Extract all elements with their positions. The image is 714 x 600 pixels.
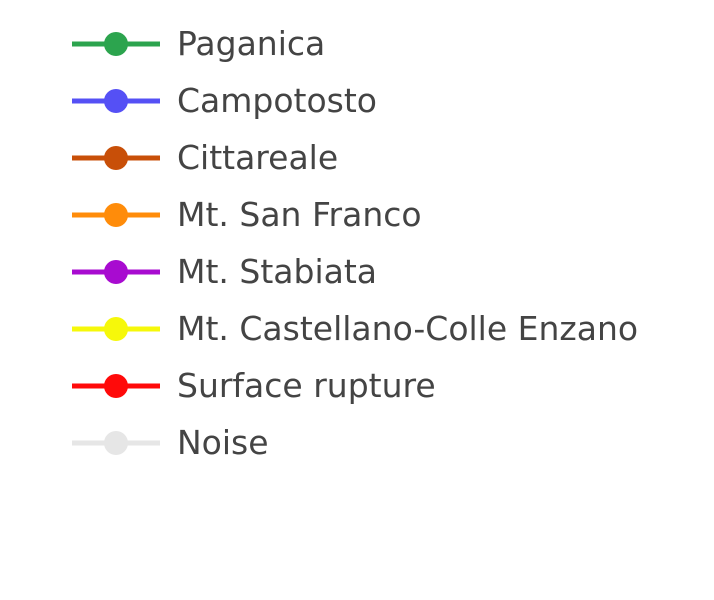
legend-label-surface-rupture: Surface rupture <box>177 366 436 405</box>
legend-swatch-paganica <box>72 32 160 56</box>
legend-marker-paganica <box>104 32 128 56</box>
legend-label-cittareale: Cittareale <box>177 138 339 177</box>
legend-swatch-noise <box>72 431 160 455</box>
legend-item-noise[interactable]: Noise <box>70 415 700 472</box>
legend-item-cittareale[interactable]: Cittareale <box>70 130 700 187</box>
legend-marker-mt-castellano-colle-enzano <box>104 317 128 341</box>
legend-marker-surface-rupture <box>104 374 128 398</box>
legend-swatch-mt-castellano-colle-enzano <box>72 317 160 341</box>
chart-legend: Paganica Campotosto Cittareale Mt. San Fran… <box>70 16 700 472</box>
legend-swatch-surface-rupture <box>72 374 160 398</box>
legend-swatch-mt-stabiata <box>72 260 160 284</box>
legend-item-campotosto[interactable]: Campotosto <box>70 73 700 130</box>
legend-item-mt-stabiata[interactable]: Mt. Stabiata <box>70 244 700 301</box>
legend-marker-campotosto <box>104 89 128 113</box>
legend-marker-mt-stabiata <box>104 260 128 284</box>
legend-item-surface-rupture[interactable]: Surface rupture <box>70 358 700 415</box>
legend-label-mt-stabiata: Mt. Stabiata <box>177 252 377 291</box>
legend-swatch-cittareale <box>72 146 160 170</box>
legend-marker-mt-san-franco <box>104 203 128 227</box>
legend-swatch-mt-san-franco <box>72 203 160 227</box>
legend-item-mt-castellano-colle-enzano[interactable]: Mt. Castellano-Colle Enzano <box>70 301 700 358</box>
legend-label-noise: Noise <box>177 423 269 462</box>
legend-swatch-campotosto <box>72 89 160 113</box>
legend-marker-noise <box>104 431 128 455</box>
legend-marker-cittareale <box>104 146 128 170</box>
legend-label-campotosto: Campotosto <box>177 81 377 120</box>
legend-item-mt-san-franco[interactable]: Mt. San Franco <box>70 187 700 244</box>
legend-item-paganica[interactable]: Paganica <box>70 16 700 73</box>
legend-label-mt-san-franco: Mt. San Franco <box>177 195 422 234</box>
legend-label-mt-castellano-colle-enzano: Mt. Castellano-Colle Enzano <box>177 309 639 348</box>
legend-label-paganica: Paganica <box>177 24 326 63</box>
